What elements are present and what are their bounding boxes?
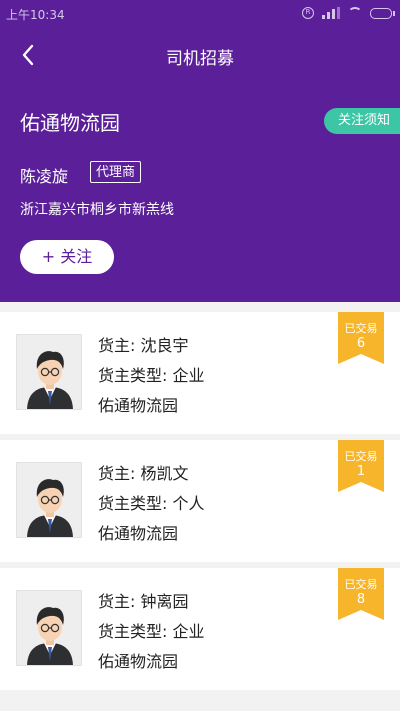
- traded-count: 8: [356, 592, 366, 607]
- traded-ribbon: 已交易 8: [338, 568, 384, 620]
- owner-company: 佑通物流园: [98, 652, 179, 671]
- owner-type: 货主类型: 个人: [98, 494, 205, 513]
- follow-notice-button[interactable]: 关注须知: [323, 108, 400, 134]
- wifi-icon: [348, 7, 362, 19]
- status-bar: 上午10:34 R: [0, 0, 400, 28]
- traded-count: 6: [356, 336, 366, 351]
- traded-ribbon: 已交易 1: [338, 440, 384, 492]
- signal-icon: [322, 7, 340, 19]
- page-title: 司机招募: [166, 49, 234, 69]
- traded-label: 已交易: [344, 578, 378, 591]
- status-icons: R: [302, 7, 395, 19]
- owner-card[interactable]: 货主: 杨凯文 货主类型: 个人 佑通物流园 已交易 1: [0, 440, 400, 562]
- role-badge: 代理商: [90, 161, 142, 183]
- owner-name: 货主: 沈良宇: [98, 336, 189, 355]
- owner-type: 货主类型: 企业: [98, 366, 205, 385]
- owner-card[interactable]: 货主: 钟离园 货主类型: 企业 佑通物流园 已交易 8: [0, 568, 400, 690]
- address: 浙江嘉兴市桐乡市新羔线: [20, 202, 174, 218]
- company-name: 佑通物流园: [20, 111, 120, 135]
- person-avatar-icon: [16, 462, 82, 538]
- owner-type: 货主类型: 企业: [98, 622, 205, 641]
- owner-name: 货主: 钟离园: [98, 592, 189, 611]
- profile-header: 上午10:34 R 司机招募 佑通物流园 关注须知 陈凌旋 代理商 浙江嘉兴市桐…: [0, 0, 400, 302]
- owner-company: 佑通物流园: [98, 396, 179, 415]
- status-time: 上午10:34: [6, 8, 65, 22]
- traded-label: 已交易: [344, 322, 378, 335]
- owner-card[interactable]: 货主: 沈良宇 货主类型: 企业 佑通物流园 已交易 6: [0, 312, 400, 434]
- follow-button[interactable]: + 关注: [20, 240, 114, 274]
- agent-name: 陈凌旋: [20, 167, 69, 186]
- owner-name: 货主: 杨凯文: [98, 464, 189, 483]
- traded-label: 已交易: [344, 450, 378, 463]
- battery-icon: [370, 7, 395, 19]
- person-avatar-icon: [16, 334, 82, 410]
- traded-ribbon: 已交易 6: [338, 312, 384, 364]
- traded-count: 1: [356, 464, 366, 479]
- owner-company: 佑通物流园: [98, 524, 179, 543]
- person-avatar-icon: [16, 590, 82, 666]
- alarm-icon: R: [302, 7, 314, 19]
